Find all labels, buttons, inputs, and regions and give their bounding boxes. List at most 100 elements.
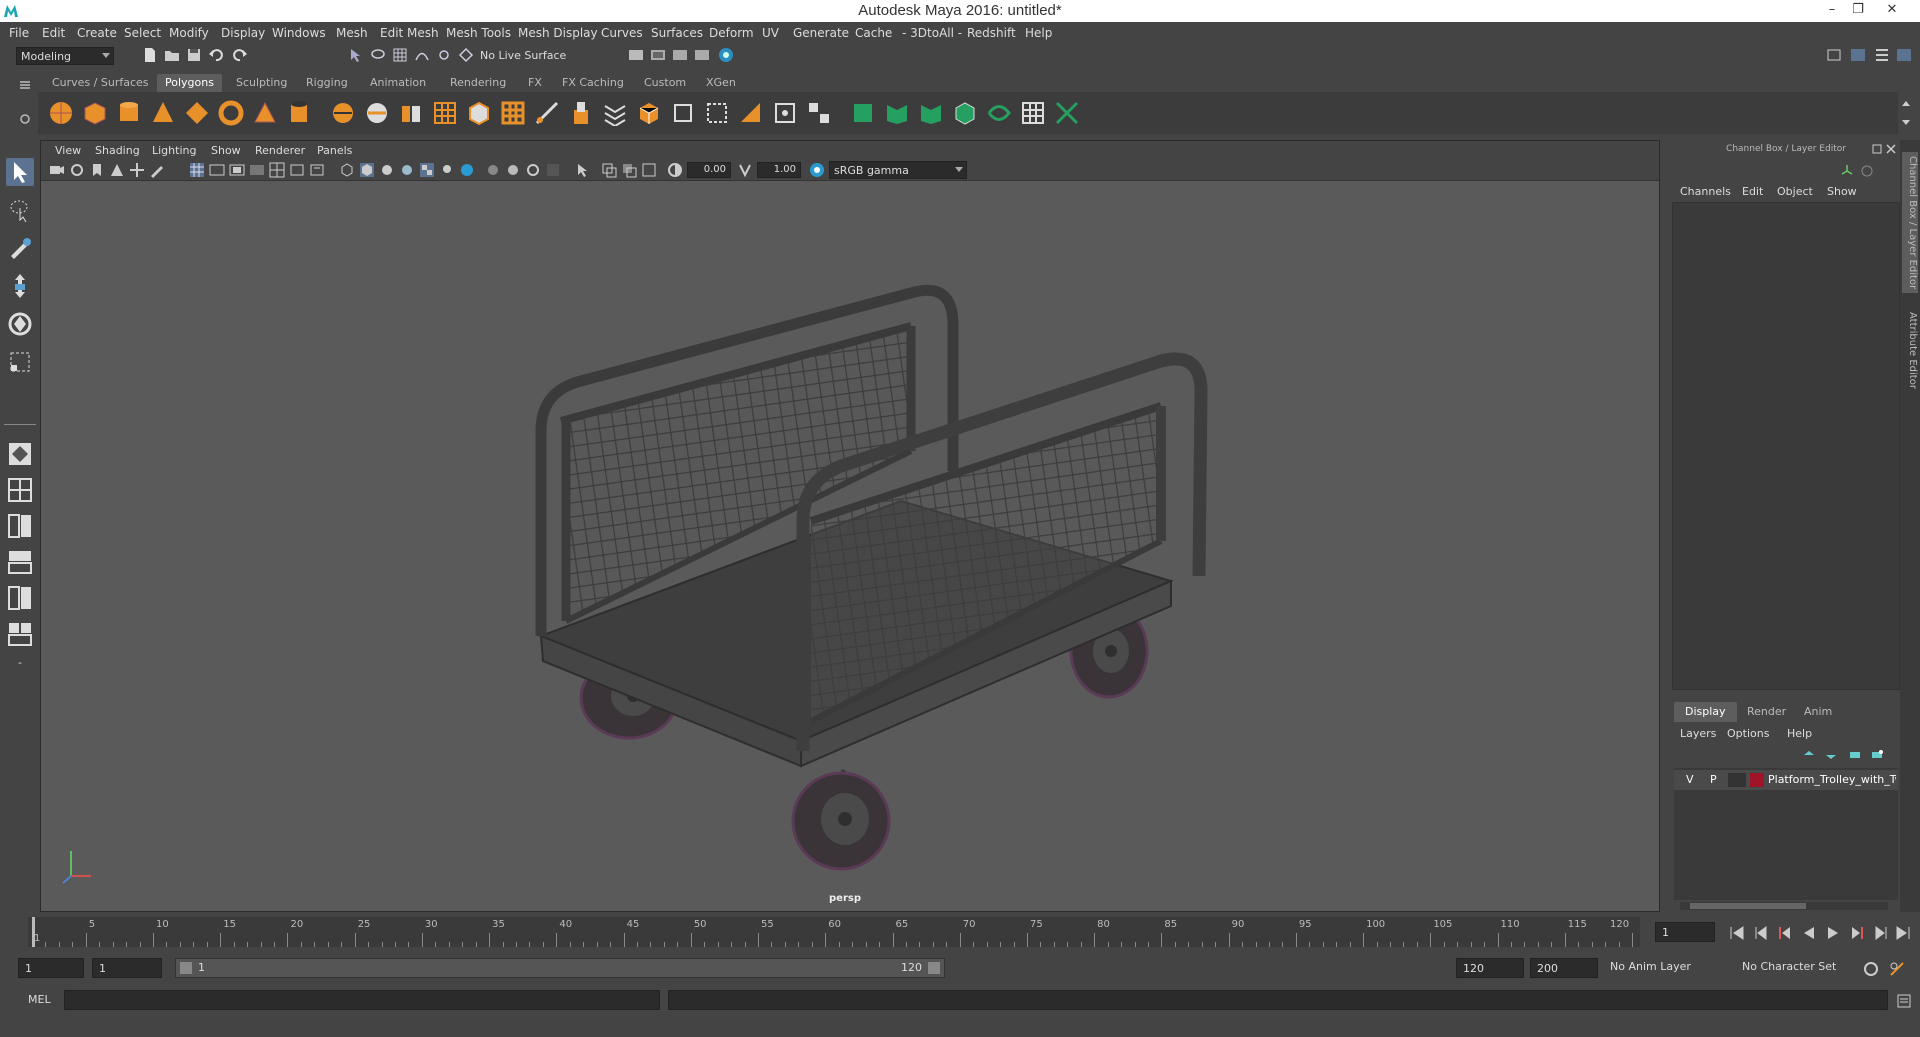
snap-curve-icon[interactable] — [414, 47, 430, 63]
panel-menu-shading[interactable]: Shading — [95, 144, 140, 157]
two-pane-layout-icon[interactable] — [6, 512, 34, 540]
collapse-icon[interactable] — [772, 100, 798, 126]
tab-render[interactable]: Render — [1736, 702, 1797, 722]
cylindrical-mapping-icon[interactable] — [884, 100, 910, 126]
poly-plane-icon[interactable] — [184, 100, 210, 126]
menu-windows[interactable]: Windows — [272, 26, 326, 40]
fill-hole-icon[interactable] — [704, 100, 730, 126]
character-set-dropdown[interactable]: No Character Set — [1738, 958, 1864, 978]
menu-file[interactable]: File — [9, 26, 29, 40]
save-scene-icon[interactable] — [186, 47, 202, 63]
layers-menu[interactable]: Layers — [1680, 727, 1716, 740]
menu-help[interactable]: Help — [1025, 26, 1052, 40]
xray-active-icon[interactable] — [621, 162, 637, 178]
side-tab-attribute-editor[interactable]: Attribute Editor — [1902, 312, 1918, 389]
select-tool-icon[interactable] — [6, 158, 34, 186]
show-menu[interactable]: Show — [1827, 185, 1857, 198]
menu-edit[interactable]: Edit — [42, 26, 65, 40]
go-to-end-icon[interactable] — [1894, 924, 1912, 942]
uv-editor-icon[interactable] — [806, 100, 832, 126]
menu-curves[interactable]: Curves — [601, 26, 643, 40]
four-pane-layout-icon[interactable] — [6, 476, 34, 504]
shelf-scroll-icon[interactable] — [1900, 98, 1912, 128]
depth-of-field-icon[interactable] — [545, 162, 561, 178]
anim-layer-dropdown[interactable]: No Anim Layer — [1606, 958, 1734, 978]
rotate-tool-icon[interactable] — [6, 310, 34, 338]
render-current-icon[interactable] — [628, 47, 644, 63]
grease-pencil-icon[interactable] — [149, 162, 165, 178]
xray-icon[interactable] — [601, 162, 617, 178]
redshift-render-icon[interactable] — [718, 47, 734, 63]
undo-icon[interactable] — [208, 47, 224, 63]
exposure-field[interactable]: 0.00 — [687, 162, 731, 178]
poly-pyramid-icon[interactable] — [252, 100, 278, 126]
panel-menu-lighting[interactable]: Lighting — [152, 144, 196, 157]
two-d-pan-zoom-icon[interactable] — [129, 162, 145, 178]
axis-icon[interactable] — [1840, 164, 1854, 178]
move-layer-down-icon[interactable] — [1824, 748, 1838, 762]
menu-cache[interactable]: Cache — [855, 26, 892, 40]
options-menu[interactable]: Options — [1727, 727, 1769, 740]
current-frame-field[interactable]: 1 — [1655, 922, 1715, 942]
menu-mesh[interactable]: Mesh — [336, 26, 368, 40]
script-editor-icon[interactable] — [1896, 993, 1912, 1009]
hypershade-layout-icon[interactable] — [6, 620, 34, 648]
layer-name[interactable]: Platform_Trolley_with_Tw — [1768, 773, 1896, 786]
scale-tool-icon[interactable] — [6, 348, 34, 376]
menu-mesh-display[interactable]: Mesh Display — [518, 26, 598, 40]
poly-torus-icon[interactable] — [218, 100, 244, 126]
layer-color-swatch[interactable] — [1750, 773, 1764, 787]
new-layer-selected-icon[interactable] — [1870, 748, 1884, 762]
append-polygon-icon[interactable] — [670, 100, 696, 126]
lighting-icon[interactable] — [439, 162, 455, 178]
unfold-icon[interactable] — [986, 100, 1012, 126]
menu-edit-mesh[interactable]: Edit Mesh — [380, 26, 439, 40]
layer-row[interactable]: V P Platform_Trolley_with_Tw — [1674, 770, 1898, 790]
extract-icon[interactable] — [432, 100, 458, 126]
tab-fx[interactable]: FX — [520, 74, 550, 92]
layer-scrollbar[interactable] — [1680, 902, 1888, 910]
float-panel-icon[interactable] — [1872, 144, 1882, 154]
snap-view-icon[interactable] — [458, 47, 474, 63]
film-gate-icon[interactable] — [209, 162, 225, 178]
color-management-icon[interactable] — [809, 162, 825, 178]
layout-icon[interactable] — [1850, 47, 1866, 63]
snap-grid-icon[interactable] — [392, 47, 408, 63]
poly-sphere-icon[interactable] — [48, 100, 74, 126]
poly-cube-icon[interactable] — [82, 100, 108, 126]
auto-key-icon[interactable] — [1862, 960, 1880, 978]
tab-display[interactable]: Display — [1674, 702, 1737, 722]
tab-animation[interactable]: Animation — [362, 74, 434, 92]
gamma-field[interactable]: 1.00 — [757, 162, 801, 178]
extrude-icon[interactable] — [568, 100, 594, 126]
start-time-field[interactable]: 1 — [18, 958, 84, 978]
animation-prefs-icon[interactable] — [1888, 960, 1906, 978]
toggle-channel-icon[interactable] — [1860, 164, 1874, 178]
minimize-button[interactable]: – — [1820, 0, 1844, 20]
range-bar[interactable]: 1 120 — [175, 958, 945, 978]
grid-toggle-icon[interactable] — [189, 162, 205, 178]
screen-space-ao-icon[interactable] — [485, 162, 501, 178]
range-end-handle[interactable] — [928, 962, 940, 974]
tab-custom[interactable]: Custom — [636, 74, 694, 92]
end-time-field[interactable]: 200 — [1530, 958, 1598, 978]
gate-mask-icon[interactable] — [249, 162, 265, 178]
close-panel-icon[interactable] — [1886, 144, 1896, 154]
play-forward-icon[interactable] — [1824, 924, 1842, 942]
side-tab-channel-box[interactable]: Channel Box / Layer Editor — [1902, 152, 1918, 294]
safe-title-icon[interactable] — [309, 162, 325, 178]
step-back-frame-icon[interactable] — [1752, 924, 1770, 942]
xray-joints-icon[interactable] — [641, 162, 657, 178]
color-space-dropdown[interactable]: sRGB gamma — [829, 161, 967, 179]
panel-menu-panels[interactable]: Panels — [317, 144, 352, 157]
tab-sculpting[interactable]: Sculpting — [228, 74, 295, 92]
tab-curves-surfaces[interactable]: Curves / Surfaces — [44, 74, 157, 92]
go-to-start-icon[interactable] — [1728, 924, 1746, 942]
layer-reference-toggle[interactable] — [1728, 773, 1746, 787]
field-chart-icon[interactable] — [269, 162, 285, 178]
poly-cone-icon[interactable] — [150, 100, 176, 126]
perspective-viewport[interactable] — [41, 181, 1659, 911]
new-scene-icon[interactable] — [142, 47, 158, 63]
shelf-menu-icon[interactable] — [18, 78, 32, 92]
bridge-icon[interactable] — [602, 100, 628, 126]
